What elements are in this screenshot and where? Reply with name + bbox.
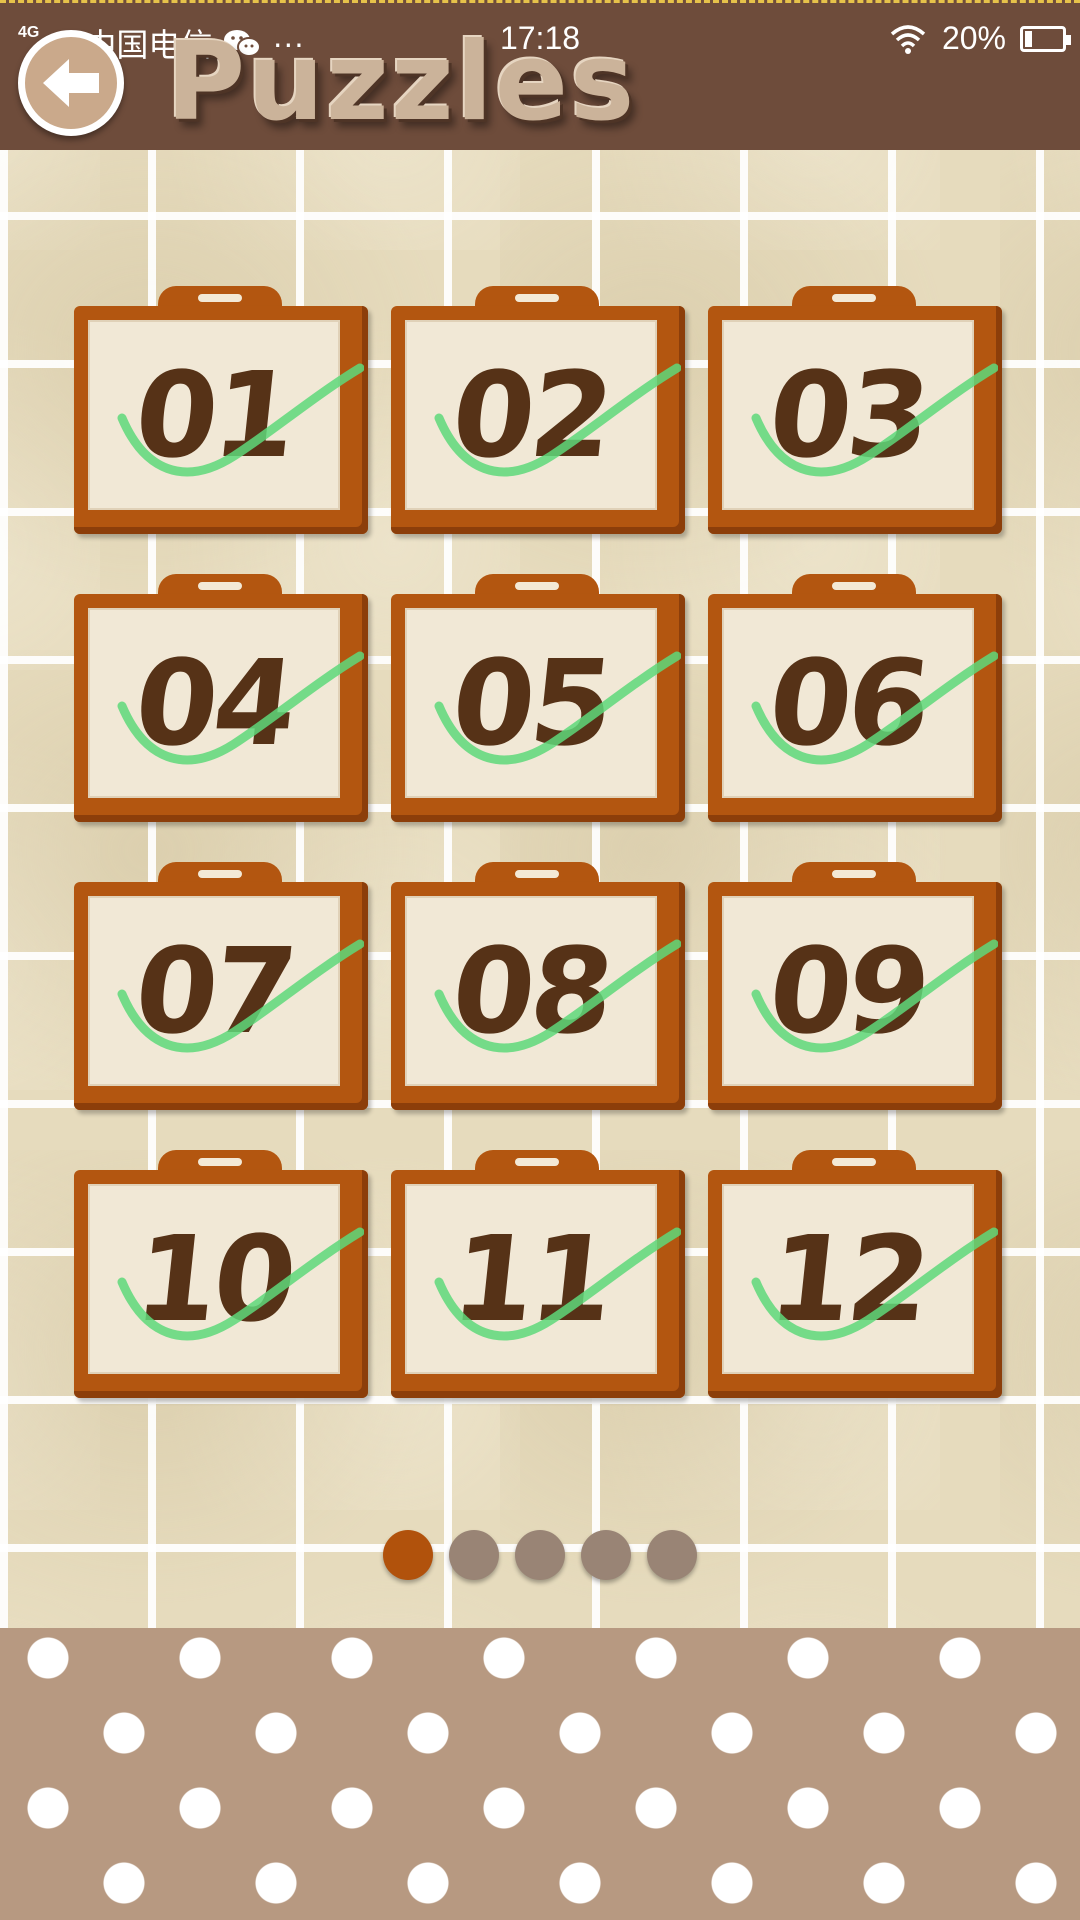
puzzle-card[interactable]: 07 <box>74 862 368 1110</box>
puzzle-card[interactable]: 02 <box>391 286 685 534</box>
puzzle-number: 09 <box>762 922 934 1060</box>
page-title: Puzzles <box>166 20 637 145</box>
puzzle-number: 01 <box>128 346 300 484</box>
status-right: 20% <box>888 20 1071 57</box>
wifi-icon <box>890 24 926 54</box>
puzzle-number: 03 <box>762 346 934 484</box>
puzzle-card[interactable]: 04 <box>74 574 368 822</box>
puzzle-card[interactable]: 12 <box>708 1150 1002 1398</box>
puzzle-number: 07 <box>128 922 300 1060</box>
puzzle-card[interactable]: 09 <box>708 862 1002 1110</box>
puzzle-card[interactable]: 05 <box>391 574 685 822</box>
page-dot[interactable] <box>581 1530 631 1580</box>
page-indicator <box>0 1530 1080 1580</box>
puzzle-number: 04 <box>128 634 300 772</box>
page-dot[interactable] <box>647 1530 697 1580</box>
puzzle-number: 12 <box>762 1210 934 1348</box>
battery-icon <box>1020 25 1071 52</box>
page-dot[interactable] <box>515 1530 565 1580</box>
back-arrow-icon <box>43 59 99 107</box>
puzzle-number: 02 <box>445 346 617 484</box>
puzzle-number: 11 <box>445 1210 617 1348</box>
battery-percent: 20% <box>941 20 1006 56</box>
puzzle-card[interactable]: 08 <box>391 862 685 1110</box>
puzzle-card[interactable]: 06 <box>708 574 1002 822</box>
back-button[interactable] <box>18 30 124 136</box>
battery-level <box>1025 30 1032 47</box>
puzzle-card[interactable]: 11 <box>391 1150 685 1398</box>
puzzle-number: 10 <box>128 1210 300 1348</box>
puzzle-card[interactable]: 10 <box>74 1150 368 1398</box>
puzzle-number: 05 <box>445 634 617 772</box>
puzzle-grid: 01 02 03 04 05 06 07 08 09 10 11 12 <box>74 286 1002 1398</box>
polka-dot-footer <box>0 1628 1080 1920</box>
puzzle-card[interactable]: 03 <box>708 286 1002 534</box>
page-dot[interactable] <box>449 1530 499 1580</box>
puzzle-card[interactable]: 01 <box>74 286 368 534</box>
page-dot-active[interactable] <box>383 1530 433 1580</box>
puzzle-number: 06 <box>762 634 934 772</box>
puzzle-number: 08 <box>445 922 617 1060</box>
